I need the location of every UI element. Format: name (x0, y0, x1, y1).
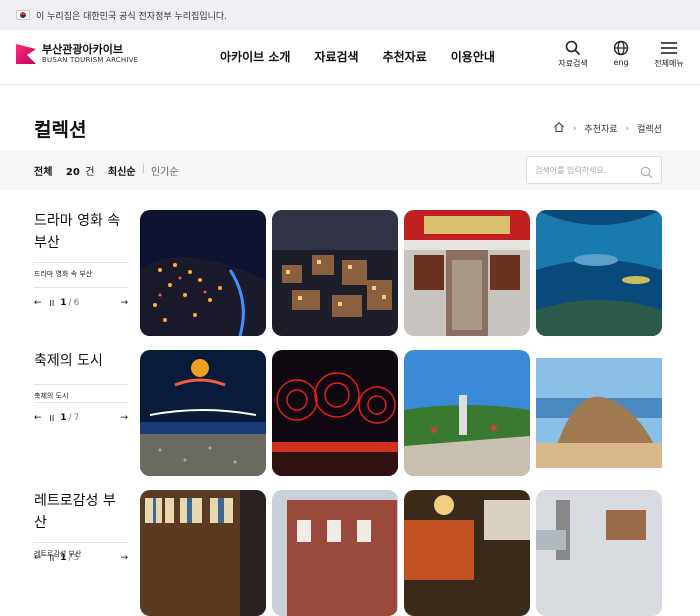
page-title: 컬렉션 (34, 119, 87, 141)
collection-drama: 드라마 영화 속 부산 드라마 영화 속 부산 ← II 1 / 6 → (34, 210, 664, 338)
search-box (526, 156, 662, 184)
next-arrow-icon[interactable]: → (120, 553, 128, 563)
all-menu-button[interactable]: 전체메뉴 (652, 38, 686, 69)
collection-pager: ← II 1 / 6 → (34, 287, 128, 308)
prev-arrow-icon[interactable]: ← (34, 298, 42, 308)
search-input[interactable] (535, 165, 635, 175)
thumbnail-bookstore[interactable] (140, 490, 266, 616)
header-utils: 자료검색 eng 전체메뉴 (556, 38, 686, 69)
next-arrow-icon[interactable]: → (120, 298, 128, 308)
collection-thumbnails (140, 210, 662, 336)
pause-icon[interactable]: II (50, 299, 55, 308)
thumbnail-fireworks[interactable] (272, 350, 398, 476)
thumbnail-hillside-houses[interactable] (272, 210, 398, 336)
collection-title[interactable]: 드라마 영화 속 부산 (34, 210, 128, 254)
thumbnail-chinese-restaurant[interactable] (404, 210, 530, 336)
breadcrumb-item-recommended[interactable]: 추천자료 (584, 122, 617, 135)
sort-divider: | (141, 162, 145, 174)
thumbnail-retro-alley[interactable] (536, 490, 662, 616)
pager-current: 1 (60, 413, 67, 423)
site-header: 부산관광아카이브 BUSAN TOURISM ARCHIVE 아카이브 소개 자… (0, 30, 700, 85)
filter-bar: 전체 20 건 최신순 | 인기순 (0, 150, 700, 190)
breadcrumb: › 추천자료 › 컬렉션 (553, 121, 662, 136)
site-logo[interactable]: 부산관광아카이브 BUSAN TOURISM ARCHIVE (16, 43, 139, 65)
gov-banner-text: 이 누리집은 대한민국 공식 전자정부 누리집입니다. (36, 11, 228, 22)
pager-total: 7 (73, 413, 80, 423)
thumbnail-food-market[interactable] (404, 490, 530, 616)
collection-title[interactable]: 레트로감성 부산 (34, 490, 128, 534)
breadcrumb-item-current: 컬렉션 (637, 125, 662, 135)
collection-subtitle: 축제의 도시 (34, 384, 128, 401)
thumbnail-park-statue[interactable] (404, 350, 530, 476)
total-count: 전체 20 건 (34, 163, 95, 178)
collection-pager: ← II 1 / 7 → (34, 402, 128, 423)
home-icon[interactable] (553, 121, 565, 136)
pager-current: 1 (60, 298, 67, 308)
language-button-label: eng (613, 58, 629, 67)
sort-popular[interactable]: 인기순 (151, 163, 179, 178)
pager-total: 6 (73, 298, 80, 308)
chevron-right-icon: › (572, 123, 577, 134)
total-number: 20 (65, 166, 80, 178)
all-menu-button-label: 전체메뉴 (654, 59, 684, 68)
language-button[interactable]: eng (604, 38, 638, 69)
nav-item-search[interactable]: 자료검색 (314, 48, 358, 65)
sort-latest[interactable]: 최신순 (108, 163, 136, 178)
next-arrow-icon[interactable]: → (120, 413, 128, 423)
thumbnail-brick-building[interactable] (272, 490, 398, 616)
logo-title: 부산관광아카이브 (42, 43, 123, 56)
collection-thumbnails (140, 490, 662, 616)
collection-thumbnails (140, 350, 662, 476)
collection-pager: ← II 1 / 5 → (34, 542, 128, 563)
total-label: 전체 (34, 166, 53, 178)
prev-arrow-icon[interactable]: ← (34, 413, 42, 423)
chevron-right-icon: › (625, 123, 630, 134)
pause-icon[interactable]: II (50, 414, 55, 423)
search-submit-icon[interactable] (640, 164, 653, 183)
thumbnail-drone-show[interactable] (140, 350, 266, 476)
thumbnail-aquarium[interactable] (536, 210, 662, 336)
prev-arrow-icon[interactable]: ← (34, 553, 42, 563)
pager-total: 5 (73, 553, 80, 563)
sort-options: 최신순 | 인기순 (108, 163, 179, 178)
gov-banner: 이 누리집은 대한민국 공식 전자정부 누리집입니다. (0, 0, 700, 30)
hamburger-icon (660, 38, 678, 58)
logo-subtitle: BUSAN TOURISM ARCHIVE (42, 56, 139, 64)
pager-current: 1 (60, 553, 67, 563)
collection-festival: 축제의 도시 축제의 도시 ← II 1 / 7 → (34, 350, 664, 478)
pause-icon[interactable]: II (50, 554, 55, 563)
collection-subtitle: 드라마 영화 속 부산 (34, 262, 128, 279)
nav-item-recommended[interactable]: 추천자료 (383, 48, 427, 65)
thumbnail-night-village[interactable] (140, 210, 266, 336)
collection-retro: 레트로감성 부산 레트로감성 부산 ← II 1 / 5 → (34, 490, 664, 616)
main-nav: 아카이브 소개 자료검색 추천자료 이용안내 (220, 48, 495, 65)
search-button[interactable]: 자료검색 (556, 38, 590, 69)
nav-item-guide[interactable]: 이용안내 (451, 48, 495, 65)
collection-title[interactable]: 축제의 도시 (34, 350, 128, 372)
search-icon (565, 38, 581, 58)
thumbnail-sand-sculpture[interactable] (536, 358, 662, 468)
logo-icon (16, 44, 36, 64)
nav-item-about[interactable]: 아카이브 소개 (220, 48, 290, 65)
korea-flag-icon (16, 10, 30, 20)
total-unit: 건 (85, 166, 95, 178)
search-button-label: 자료검색 (558, 59, 588, 68)
globe-icon (613, 38, 629, 58)
